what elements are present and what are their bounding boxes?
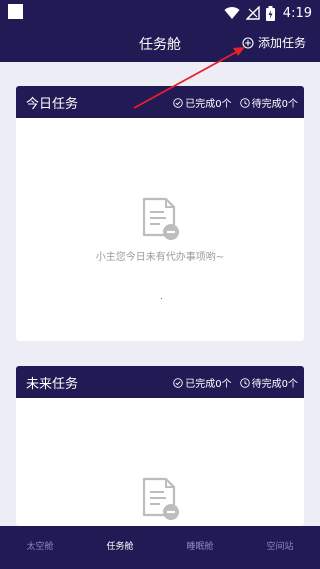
empty-document-icon xyxy=(142,197,179,240)
today-done-stat[interactable]: 已完成0个 xyxy=(173,95,232,110)
today-pending-stat[interactable]: 待完成0个 xyxy=(239,95,298,110)
check-circle-icon xyxy=(173,97,184,108)
stray-dot xyxy=(161,298,162,299)
future-card-header: 未来任务 已完成0个 待完成0个 xyxy=(16,366,304,398)
status-icons: 4:19 xyxy=(224,3,312,23)
check-circle-icon xyxy=(173,377,184,388)
add-task-label: 添加任务 xyxy=(257,36,306,50)
add-circle-icon xyxy=(242,36,254,49)
future-stats: 已完成0个 待完成0个 xyxy=(173,375,298,390)
nav-item-space-capsule[interactable]: 太空舱 xyxy=(0,526,80,569)
nav-item-task-capsule[interactable]: 任务舱 xyxy=(80,526,160,569)
battery-icon xyxy=(265,5,275,21)
status-bar: 4:19 xyxy=(0,0,320,26)
today-empty-text: 小主您今日未有代办事项哟~ xyxy=(95,252,225,263)
future-pending-label: 待完成0个 xyxy=(251,379,298,390)
nav-item-space-station[interactable]: 空间站 xyxy=(240,526,320,569)
future-task-card: 未来任务 已完成0个 待完成0个 xyxy=(16,366,304,526)
add-task-button[interactable]: 添加任务 xyxy=(242,34,306,51)
clock-icon xyxy=(239,377,250,388)
future-done-stat[interactable]: 已完成0个 xyxy=(173,375,232,390)
status-time: 4:19 xyxy=(282,5,312,21)
clock-icon xyxy=(239,97,250,108)
today-stats: 已完成0个 待完成0个 xyxy=(173,95,298,110)
future-card-title: 未来任务 xyxy=(26,377,79,392)
future-pending-stat[interactable]: 待完成0个 xyxy=(239,375,298,390)
bottom-navigation: 太空舱 任务舱 睡眠舱 空间站 xyxy=(0,526,320,569)
today-done-label: 已完成0个 xyxy=(185,99,232,110)
today-pending-label: 待完成0个 xyxy=(251,99,298,110)
today-card-title: 今日任务 xyxy=(26,97,79,112)
signal-icon xyxy=(245,6,260,20)
nav-item-sleep-capsule[interactable]: 睡眠舱 xyxy=(160,526,240,569)
today-card-header: 今日任务 已完成0个 待完成0个 xyxy=(16,86,304,118)
notification-icon xyxy=(8,4,23,19)
empty-document-icon xyxy=(142,477,179,520)
wifi-icon xyxy=(224,7,240,20)
future-done-label: 已完成0个 xyxy=(185,379,232,390)
today-task-card: 今日任务 已完成0个 待完成0个 小主您今日未有代办事项哟~ xyxy=(16,86,304,341)
top-header: 任务舱 添加任务 xyxy=(0,26,320,62)
